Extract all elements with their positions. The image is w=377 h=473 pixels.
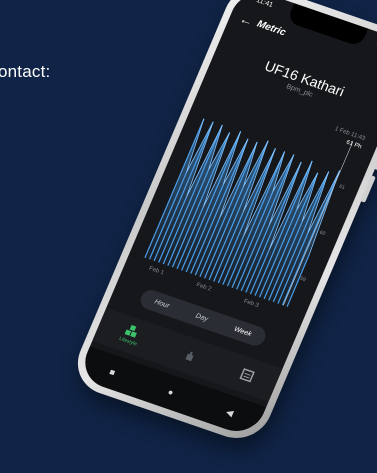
tab-day[interactable]: Day <box>195 312 210 323</box>
home-icon[interactable]: ● <box>166 387 175 398</box>
tab-hour[interactable]: Hour <box>153 298 170 309</box>
x-tick-label: Feb 2 <box>195 282 212 293</box>
arrow-left-icon[interactable]: ← <box>237 11 255 29</box>
back-icon[interactable]: ◀ <box>224 406 235 418</box>
background-contact-text: ontact: <box>0 62 51 81</box>
recent-apps-icon[interactable]: ■ <box>108 367 117 378</box>
status-time: 11:41 <box>255 0 274 9</box>
y-tick-label: 60 <box>319 230 327 237</box>
app-screen: 11:41 ▥ ▲ ▮ ← Metric UF16 Kathari Bpm_pl… <box>76 0 377 439</box>
chart-svg: Feb 1 Feb 2 Feb 3 61 60 59 <box>144 118 354 310</box>
y-tick-label: 61 <box>338 184 346 191</box>
tab-week[interactable]: Week <box>233 325 253 337</box>
metric-chart[interactable]: Feb 1 Feb 2 Feb 3 61 60 59 1 Feb 11:43 61 Ph <box>137 82 369 319</box>
phone-mockup: 11:41 ▥ ▲ ▮ ← Metric UF16 Kathari Bpm_pl… <box>67 0 377 448</box>
y-tick-label: 59 <box>299 276 307 283</box>
x-tick-label: Feb 1 <box>148 266 165 277</box>
hand-icon <box>185 351 194 362</box>
nav-item-lifestyle[interactable]: Lifestyle <box>118 323 143 347</box>
nav-item-report[interactable] <box>239 368 255 383</box>
x-tick-label: Feb 3 <box>243 299 260 310</box>
grid-icon <box>124 324 137 338</box>
nav-item-hand[interactable] <box>182 348 198 363</box>
report-icon <box>239 368 255 383</box>
page-title: Metric <box>255 18 288 39</box>
